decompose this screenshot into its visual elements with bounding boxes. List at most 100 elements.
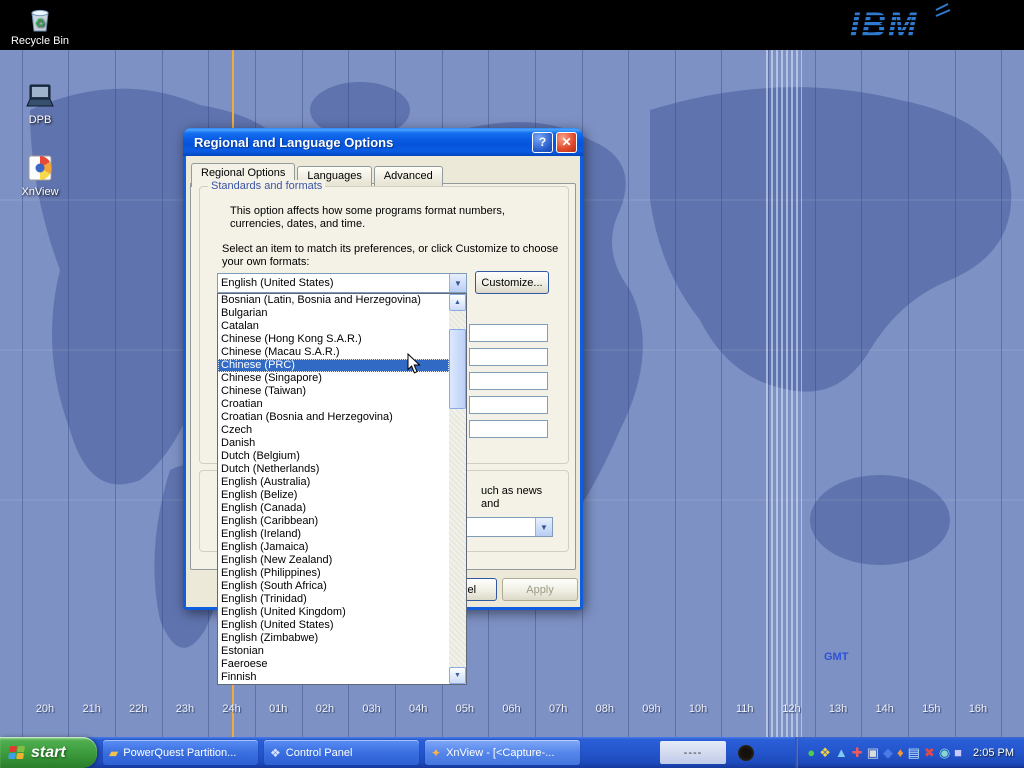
- timezone-line: [815, 50, 816, 737]
- hour-label: 21h: [76, 703, 108, 715]
- tray-icon[interactable]: ❖: [819, 746, 831, 759]
- taskbar-task-button[interactable]: ❖Control Panel: [264, 740, 419, 765]
- windows-flag-icon: [8, 746, 26, 760]
- language-list-item[interactable]: Finnish: [218, 671, 449, 684]
- format-combo-value: English (United States): [221, 277, 334, 289]
- hour-label: 03h: [356, 703, 388, 715]
- timezone-line: [955, 50, 956, 737]
- folder-icon: ▰: [109, 747, 118, 759]
- standards-description: This option affects how some programs fo…: [230, 205, 560, 231]
- tray-icon[interactable]: ▲: [835, 746, 848, 759]
- taskbar: start ▰ PowerQuest Partition... ❖Control P…: [0, 737, 1024, 768]
- customize-button[interactable]: Customize...: [475, 271, 549, 294]
- hour-label: 05h: [449, 703, 481, 715]
- icon-label: XnView: [21, 186, 58, 198]
- control-panel-icon: ❖: [270, 747, 281, 759]
- language-list-item[interactable]: English (Jamaica): [218, 541, 449, 554]
- tray-icon[interactable]: ■: [954, 746, 962, 759]
- deskband-icon[interactable]: [738, 745, 754, 761]
- task-label: PowerQuest Partition...: [123, 747, 236, 759]
- desktop-icon-xnview[interactable]: XnView: [2, 152, 78, 198]
- tray-icon[interactable]: ◆: [883, 746, 893, 759]
- timezone-line: [628, 50, 629, 737]
- sample-value-box: [469, 348, 548, 366]
- hour-label: 04h: [402, 703, 434, 715]
- chevron-down-icon[interactable]: ▼: [449, 274, 466, 292]
- language-list-item[interactable]: Estonian: [218, 645, 449, 658]
- scroll-down-button[interactable]: ▼: [449, 667, 466, 684]
- system-tray: ●❖▲✚▣◆♦▤✖◉■2:05 PM: [795, 737, 1024, 768]
- language-list-item[interactable]: English (South Africa): [218, 580, 449, 593]
- apply-button[interactable]: Apply: [502, 578, 578, 601]
- language-list-item[interactable]: English (Philippines): [218, 567, 449, 580]
- language-list-item[interactable]: Chinese (Hong Kong S.A.R.): [218, 333, 449, 346]
- language-list-item[interactable]: Dutch (Netherlands): [218, 463, 449, 476]
- tray-icon[interactable]: ●: [807, 746, 815, 759]
- icon-label: DPB: [29, 114, 52, 126]
- location-combo[interactable]: ▼: [466, 517, 553, 537]
- hour-label: 14h: [869, 703, 901, 715]
- hour-label: 23h: [169, 703, 201, 715]
- laptop-icon: [23, 82, 57, 112]
- close-button[interactable]: ✕: [556, 132, 577, 153]
- tray-icon[interactable]: ✖: [924, 746, 935, 759]
- hour-label: 10h: [682, 703, 714, 715]
- language-list-item[interactable]: Bulgarian: [218, 307, 449, 320]
- language-list-item[interactable]: English (Trinidad): [218, 593, 449, 606]
- sample-value-box: [469, 324, 548, 342]
- xnview-icon: ✦: [431, 747, 441, 759]
- sample-value-box: [469, 372, 548, 390]
- language-list-item[interactable]: Chinese (Taiwan): [218, 385, 449, 398]
- ibm-logo: IBM: [844, 2, 954, 48]
- language-list-item[interactable]: Danish: [218, 437, 449, 450]
- hour-label: 24h: [216, 703, 248, 715]
- language-list-item[interactable]: Catalan: [218, 320, 449, 333]
- hour-label: 12h: [775, 703, 807, 715]
- standards-instruction: Select an item to match its preferences,…: [222, 243, 564, 269]
- scrollbar-thumb[interactable]: [449, 329, 466, 409]
- svg-text:♻: ♻: [35, 16, 46, 30]
- taskbar-task-button[interactable]: ✦XnView - [<Capture-...: [425, 740, 580, 765]
- svg-text:IBM: IBM: [850, 6, 918, 44]
- language-list-item[interactable]: Croatian: [218, 398, 449, 411]
- language-list-item[interactable]: Dutch (Belgium): [218, 450, 449, 463]
- timezone-line: [721, 50, 722, 737]
- language-list-item[interactable]: English (New Zealand): [218, 554, 449, 567]
- scroll-up-button[interactable]: ▲: [449, 294, 466, 311]
- desktop-icon-dpb[interactable]: DPB: [2, 82, 78, 126]
- tray-icon[interactable]: ✚: [852, 746, 863, 759]
- format-combo[interactable]: English (United States) ▼: [217, 273, 467, 293]
- hour-label: 16h: [962, 703, 994, 715]
- start-button[interactable]: start: [0, 737, 97, 768]
- language-list-item[interactable]: Faeroese: [218, 658, 449, 671]
- sample-value-box: [469, 396, 548, 414]
- desktop-icon-recycle-bin[interactable]: ♻ Recycle Bin: [2, 5, 78, 47]
- tray-icon[interactable]: ◉: [939, 746, 950, 759]
- help-button[interactable]: ?: [532, 132, 553, 153]
- language-list-item[interactable]: Croatian (Bosnia and Herzegovina): [218, 411, 449, 424]
- language-list-item[interactable]: English (United Kingdom): [218, 606, 449, 619]
- language-list-item[interactable]: English (Belize): [218, 489, 449, 502]
- language-list-item[interactable]: English (Australia): [218, 476, 449, 489]
- language-list-item[interactable]: English (United States): [218, 619, 449, 632]
- language-list-item[interactable]: English (Caribbean): [218, 515, 449, 528]
- language-list-item[interactable]: Bosnian (Latin, Bosnia and Herzegovina): [218, 294, 449, 307]
- recycle-bin-icon: ♻: [26, 5, 54, 33]
- dialog-titlebar[interactable]: Regional and Language Options ? ✕: [183, 128, 583, 156]
- chevron-down-icon[interactable]: ▼: [535, 518, 552, 536]
- language-list-item[interactable]: English (Zimbabwe): [218, 632, 449, 645]
- hour-label: 01h: [262, 703, 294, 715]
- language-list-item[interactable]: English (Canada): [218, 502, 449, 515]
- tray-icon[interactable]: ▣: [867, 746, 879, 759]
- language-list-item[interactable]: Czech: [218, 424, 449, 437]
- gmt-label: GMT: [824, 651, 848, 663]
- deskband[interactable]: ----: [660, 741, 726, 764]
- language-list-item[interactable]: English (Ireland): [218, 528, 449, 541]
- tray-icon[interactable]: ♦: [897, 746, 904, 759]
- tray-icon[interactable]: ▤: [908, 746, 920, 759]
- timezone-line: [675, 50, 676, 737]
- tab-advanced[interactable]: Advanced: [374, 166, 443, 187]
- taskbar-task-button[interactable]: ▰ PowerQuest Partition...: [103, 740, 258, 765]
- hour-label: 20h: [29, 703, 61, 715]
- scrollbar[interactable]: ▲ ▼: [449, 294, 466, 684]
